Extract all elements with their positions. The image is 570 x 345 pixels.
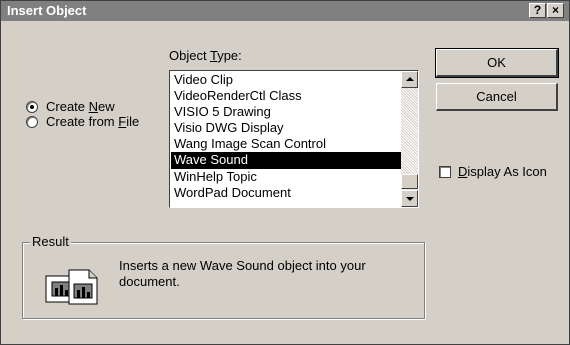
create-new-mnemonic: N — [88, 99, 99, 114]
insert-object-dialog: Insert Object ? × Create New Create from… — [0, 0, 570, 345]
scroll-thumb[interactable] — [401, 174, 418, 189]
list-item[interactable]: WinHelp Topic — [171, 169, 401, 185]
scroll-down-button[interactable] — [401, 190, 418, 207]
radio-create-new[interactable] — [26, 101, 38, 113]
create-from-file-text: Create from — [46, 114, 119, 129]
display-as-icon-label[interactable]: Display As Icon — [458, 164, 547, 179]
result-description: Inserts a new Wave Sound object into you… — [119, 258, 366, 289]
title-bar[interactable]: Insert Object ? × — [1, 1, 569, 21]
list-item[interactable]: Wang Image Scan Control — [171, 136, 401, 152]
create-from-file-mnemonic: F — [118, 114, 127, 129]
help-button[interactable]: ? — [529, 3, 546, 18]
create-new-text: Create — [46, 99, 89, 114]
radio-selected-dot — [30, 105, 34, 109]
scroll-up-button[interactable] — [401, 71, 418, 88]
ok-button[interactable]: OK — [435, 48, 559, 78]
object-type-label-text: Object — [169, 48, 210, 63]
insert-object-icon — [45, 269, 98, 305]
create-from-file-text-suffix: ile — [126, 114, 140, 129]
display-as-icon-text: isplay As Icon — [467, 164, 547, 179]
result-group-title: Result — [30, 234, 71, 249]
list-item[interactable]: VideoRenderCtl Class — [171, 88, 401, 104]
list-item[interactable]: VISIO 5 Drawing — [171, 104, 401, 120]
cancel-button[interactable]: Cancel — [436, 83, 558, 111]
list-item-selected[interactable]: Wave Sound — [171, 152, 401, 169]
create-new-text-suffix: ew — [98, 99, 115, 114]
create-new-label[interactable]: Create New — [46, 99, 115, 114]
list-item[interactable]: WordPad Document — [171, 185, 401, 201]
display-as-icon-checkbox[interactable] — [439, 166, 451, 178]
close-button[interactable]: × — [547, 3, 564, 18]
object-type-label-suffix: ype: — [217, 48, 242, 63]
radio-create-from-file[interactable] — [26, 116, 38, 128]
object-type-listbox[interactable]: Video Clip VideoRenderCtl Class VISIO 5 … — [169, 70, 419, 208]
create-from-file-label[interactable]: Create from File — [46, 114, 139, 129]
object-type-label: Object Type: — [169, 48, 242, 63]
display-as-icon-mnemonic: D — [458, 164, 468, 179]
arrow-down-icon — [406, 197, 414, 201]
vertical-scrollbar[interactable] — [401, 71, 418, 207]
object-type-items: Video Clip VideoRenderCtl Class VISIO 5 … — [171, 72, 401, 201]
list-item[interactable]: Visio DWG Display — [171, 120, 401, 136]
arrow-up-icon — [406, 77, 414, 81]
dialog-title: Insert Object — [7, 3, 87, 18]
list-item[interactable]: Video Clip — [171, 72, 401, 88]
